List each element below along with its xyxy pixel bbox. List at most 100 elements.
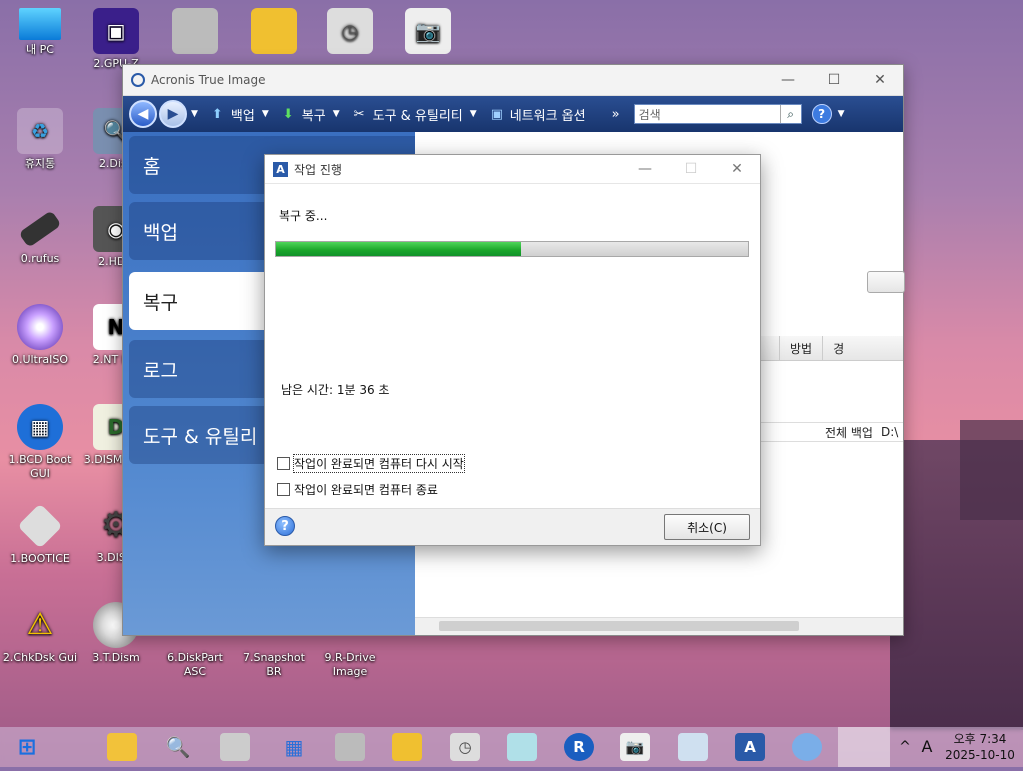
acronis-window-title: Acronis True Image — [151, 73, 266, 87]
clock-date: 2025-10-10 — [945, 748, 1015, 762]
sidebar-item-label: 로그 — [143, 359, 178, 382]
progress-bar — [275, 241, 749, 257]
desktop-icon-rufus[interactable]: 0.rufus — [2, 206, 78, 266]
start-button[interactable]: ⊞ — [12, 733, 42, 761]
search-magnifier-icon[interactable]: 🔍 — [163, 733, 193, 761]
desktop-icon-label: 0.rufus — [20, 252, 60, 265]
desktop-icon-top-3[interactable] — [157, 8, 233, 57]
cell-next: D:\ — [880, 425, 899, 439]
help-icon[interactable]: ? — [275, 516, 295, 536]
sidebar-item-label: 홈 — [143, 155, 161, 178]
desktop-icon-bcd-boot[interactable]: ▦ 1.BCD Boot GUI — [2, 404, 78, 481]
column-header-method[interactable]: 방법 — [779, 336, 822, 360]
forward-button[interactable]: ▶ — [159, 100, 187, 128]
windows-grid-icon[interactable]: ▦ — [279, 733, 309, 761]
tray-chevron-icon[interactable]: ^ — [895, 727, 915, 767]
toolbar-backup-menu[interactable]: ⬆ 백업 ▼ — [212, 105, 269, 124]
restart-checkbox-row[interactable]: 작업이 완료되면 컴퓨터 다시 시작 — [277, 454, 465, 473]
minimize-button[interactable]: — — [765, 65, 811, 95]
desktop-icon-label: 휴지통 — [24, 157, 56, 170]
sidebar-item-label: 도구 & 유틸리 — [143, 425, 258, 448]
desktop-icon-ultraiso[interactable]: 0.UltraISO — [2, 304, 78, 367]
desktop-icon-label: 3.T.Dism — [92, 651, 140, 664]
desktop-icon-label: 9.R-Drive Image — [324, 651, 376, 678]
active-app-icon[interactable] — [838, 727, 890, 767]
toolbar-restore-menu[interactable]: ⬇ 복구 ▼ — [283, 105, 340, 124]
network-globe-icon[interactable] — [792, 733, 822, 761]
desktop-icon-top-5[interactable]: ◷ — [312, 8, 388, 57]
clock[interactable]: 오후 7:34 2025-10-10 — [940, 727, 1020, 771]
computer-icon[interactable] — [678, 733, 708, 761]
dialog-footer: ? 취소(C) — [265, 508, 760, 545]
history-dropdown-icon[interactable]: ▼ — [191, 109, 198, 119]
restart-checkbox[interactable] — [277, 457, 290, 470]
dialog-maximize-button: ☐ — [684, 161, 698, 177]
clock-time: 오후 7:34 — [953, 732, 1007, 746]
toolbar-restore-label: 복구 — [301, 108, 326, 124]
desktop-icon-top-6[interactable]: 📷 — [390, 8, 466, 57]
progress-bar-fill — [276, 242, 522, 256]
desktop-icon-bootice[interactable]: 1.BOOTICE — [2, 502, 78, 566]
backup-drive-icon: ◷ — [327, 8, 373, 54]
taskbar: ⊞ 🔍 ▦ ◷ R 📷 A ^ A 오후 7:34 2025-10-10 — [0, 727, 1023, 767]
close-button[interactable]: ✕ — [857, 65, 903, 95]
shutdown-checkbox-row[interactable]: 작업이 완료되면 컴퓨터 종료 — [277, 481, 438, 498]
usb-drive-icon — [18, 210, 62, 248]
recycle-bin-icon: ♻ — [17, 108, 63, 154]
shutdown-checkbox[interactable] — [277, 483, 290, 496]
help-dropdown-icon[interactable]: ▼ — [838, 109, 845, 119]
toolbar-overflow-button[interactable]: » — [612, 107, 620, 122]
search-icon[interactable]: ⌕ — [779, 105, 801, 123]
chevron-down-icon: ▼ — [469, 109, 477, 119]
dialog-titlebar[interactable]: A 작업 진행 — ☐ ✕ — [265, 155, 760, 184]
desktop-icon-chkdsk[interactable]: ⚠ 2.ChkDsk Gui — [2, 602, 78, 665]
toolbar-network-options[interactable]: ▣ 네트워크 옵션 — [491, 105, 586, 124]
toolbar-tools-menu[interactable]: ✂ 도구 & 유틸리티 ▼ — [354, 105, 477, 124]
help-icon[interactable]: ? — [811, 104, 832, 124]
wallpaper-pier-rail — [960, 420, 1023, 520]
scrollbar-thumb[interactable] — [439, 621, 799, 631]
progress-dialog: A 작업 진행 — ☐ ✕ 복구 중... 남은 시간: 1분 36 초 작업이… — [264, 154, 761, 546]
cancel-button[interactable]: 취소(C) — [664, 514, 750, 540]
search-input[interactable]: 검색 — [635, 106, 780, 123]
camera-icon[interactable]: 📷 — [620, 733, 650, 761]
backup-restore-icon[interactable]: ◷ — [450, 733, 480, 761]
restore-arrow-icon: ⬇ — [282, 107, 294, 122]
acronis-titlebar[interactable]: Acronis True Image — ☐ ✕ — [123, 65, 903, 96]
drive-icon — [172, 8, 218, 54]
horizontal-scrollbar[interactable] — [415, 617, 903, 635]
toolbar-tools-label: 도구 & 유틸리티 — [372, 108, 463, 124]
search-box[interactable]: 검색 ⌕ — [633, 104, 802, 124]
dialog-close-button[interactable]: ✕ — [714, 155, 760, 183]
chevron-down-icon: ▼ — [261, 109, 269, 119]
backup-arrow-icon: ⬆ — [211, 107, 223, 122]
toolbar-network-label: 네트워크 옵션 — [509, 108, 586, 124]
desktop-icon-recycle-bin[interactable]: ♻ 휴지통 — [2, 108, 78, 171]
table-header-spacer — [759, 336, 779, 360]
toolbar-backup-label: 백업 — [230, 108, 255, 124]
toolbar-action-button[interactable] — [867, 271, 905, 293]
desktop-icon-my-pc[interactable]: 내 PC — [2, 8, 78, 57]
drive-tool-icon[interactable] — [220, 733, 250, 761]
desktop-icon-label: 0.UltraISO — [11, 353, 69, 366]
file-icon[interactable] — [507, 733, 537, 761]
rdrive-icon[interactable]: R — [564, 733, 594, 761]
restart-checkbox-label[interactable]: 작업이 완료되면 컴퓨터 다시 시작 — [293, 454, 465, 473]
remaining-time: 남은 시간: 1분 36 초 — [281, 383, 390, 397]
ime-indicator[interactable]: A — [917, 727, 937, 767]
column-header-next[interactable]: 경 — [822, 336, 854, 360]
desktop-icon-top-4[interactable] — [236, 8, 312, 57]
status-text: 복구 중... — [279, 209, 328, 223]
warning-icon: ⚠ — [26, 607, 54, 642]
file-explorer-icon[interactable] — [107, 733, 137, 761]
maximize-button[interactable]: ☐ — [811, 65, 857, 95]
desktop-icon-gpuz[interactable]: ▣ 2.GPU-Z — [78, 8, 154, 71]
disk-icon[interactable] — [335, 733, 365, 761]
shutdown-checkbox-label[interactable]: 작업이 완료되면 컴퓨터 종료 — [294, 481, 438, 498]
table-row[interactable]: 전체 백업 D:\ — [759, 422, 903, 442]
back-button[interactable]: ◀ — [129, 100, 157, 128]
partition-wand-icon[interactable] — [392, 733, 422, 761]
desktop-icon-label: 7.Snapshot BR — [243, 651, 305, 678]
dialog-minimize-button[interactable]: — — [622, 155, 668, 183]
acronis-taskbar-icon[interactable]: A — [735, 733, 765, 761]
